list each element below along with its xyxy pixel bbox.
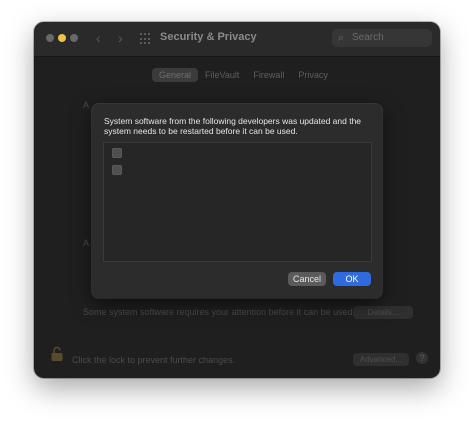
search-placeholder: Search xyxy=(352,32,384,43)
obscured-row-text: A xyxy=(83,100,90,110)
obscured-row-text-2: A xyxy=(83,238,90,248)
details-button[interactable]: Details... xyxy=(353,306,413,319)
minimize-light[interactable] xyxy=(58,34,66,42)
tab-privacy[interactable]: Privacy xyxy=(291,68,335,82)
tab-firewall[interactable]: Firewall xyxy=(246,68,291,82)
help-icon[interactable]: ? xyxy=(416,352,428,364)
forward-arrow-icon[interactable]: › xyxy=(118,30,123,46)
dialog-message: System software from the following devel… xyxy=(104,116,362,136)
system-software-text: Some system software requires your atten… xyxy=(83,307,356,317)
list-item[interactable] xyxy=(112,148,122,158)
tab-filevault[interactable]: FileVault xyxy=(198,68,246,82)
lock-text: Click the lock to prevent further change… xyxy=(72,355,236,365)
advanced-button[interactable]: Advanced... xyxy=(353,353,409,366)
developer-checkbox[interactable] xyxy=(112,148,122,158)
back-arrow-icon[interactable]: ‹ xyxy=(96,30,101,46)
title-bar: ‹ › Security & Privacy ⌕ Search xyxy=(34,22,440,57)
tab-general[interactable]: General xyxy=(152,68,199,82)
developer-checkbox[interactable] xyxy=(112,165,122,175)
window-title: Security & Privacy xyxy=(160,31,257,43)
lock-icon[interactable] xyxy=(50,346,64,362)
list-item[interactable] xyxy=(112,165,122,175)
tab-bar: General FileVault Firewall Privacy xyxy=(152,68,335,82)
ok-button[interactable]: OK xyxy=(333,272,371,286)
close-light[interactable] xyxy=(46,34,54,42)
zoom-light[interactable] xyxy=(70,34,78,42)
grid-icon[interactable] xyxy=(140,33,152,45)
cancel-button[interactable]: Cancel xyxy=(288,272,326,286)
search-field[interactable]: ⌕ Search xyxy=(332,29,432,47)
search-icon: ⌕ xyxy=(338,32,345,44)
developer-list[interactable] xyxy=(103,142,372,262)
restart-required-dialog: System software from the following devel… xyxy=(92,104,382,298)
